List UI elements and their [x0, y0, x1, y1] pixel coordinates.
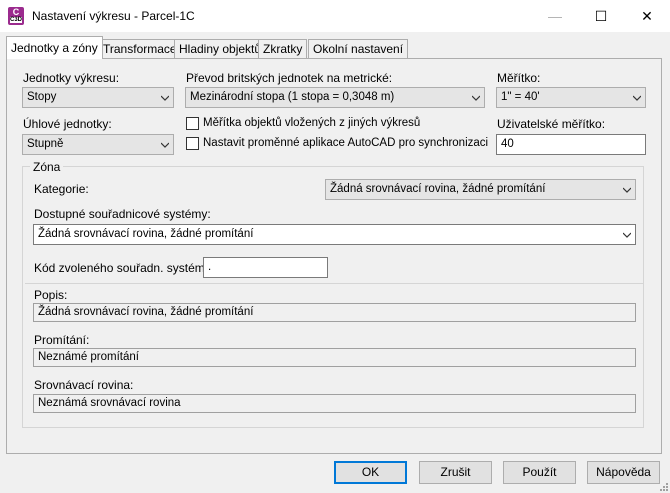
tab-ambient-settings[interactable]: Okolní nastavení — [308, 39, 409, 58]
angular-units-label: Úhlové jednotky: — [23, 117, 112, 131]
custom-scale-label: Uživatelské měřítko: — [497, 117, 606, 131]
available-systems-select[interactable]: Žádná srovnávací rovina, žádné promítání — [33, 224, 636, 245]
available-systems-label: Dostupné souřadnicové systémy: — [34, 207, 211, 221]
zone-group-label: Zóna — [30, 160, 64, 174]
drawing-units-label: Jednotky výkresu: — [23, 71, 120, 85]
chevron-down-icon — [161, 142, 169, 148]
icon-caption: C3D — [10, 17, 23, 23]
minimize-button[interactable]: — — [532, 0, 578, 32]
category-select[interactable]: Žádná srovnávací rovina, žádné promítání — [325, 179, 636, 200]
scale-select[interactable]: 1" = 40' — [496, 87, 646, 108]
maximize-icon: ☐ — [594, 8, 608, 24]
close-button[interactable]: ✕ — [624, 0, 670, 32]
tab-units-zones[interactable]: Jednotky a zóny — [6, 36, 103, 59]
imperial-conversion-value: Mezinárodní stopa (1 stopa = 0,3048 m) — [190, 91, 395, 103]
angular-units-select[interactable]: Stupně — [22, 134, 174, 155]
chevron-down-icon — [161, 95, 169, 101]
tab-abbreviations[interactable]: Zkratky — [258, 39, 308, 58]
scale-label: Měřítko: — [497, 71, 541, 85]
imperial-conversion-label: Převod britských jednotek na metrické: — [186, 71, 393, 85]
datum-label: Srovnávací rovina: — [34, 378, 134, 392]
minimize-icon: — — [548, 8, 562, 24]
projection-label: Promítání: — [34, 333, 90, 347]
icon-letter: C — [12, 7, 20, 17]
chevron-down-icon — [633, 95, 641, 101]
chevron-down-icon — [472, 95, 480, 101]
tab-transformation[interactable]: Transformace — [98, 39, 182, 58]
category-value: Žádná srovnávací rovina, žádné promítání — [330, 183, 546, 195]
window-title: Nastavení výkresu - Parcel-1C — [32, 9, 195, 23]
set-autocad-variables-checkbox[interactable] — [186, 137, 199, 150]
scale-value: 1" = 40' — [501, 91, 540, 103]
chevron-down-icon — [623, 232, 631, 238]
available-systems-value: Žádná srovnávací rovina, žádné promítání — [38, 228, 254, 240]
projection-field: Neznámé promítání — [33, 348, 636, 367]
drawing-units-select[interactable]: Stopy — [22, 87, 174, 108]
cancel-button[interactable]: Zrušit — [419, 461, 492, 484]
datum-field: Neznámá srovnávací rovina — [33, 394, 636, 413]
drawing-units-value: Stopy — [27, 91, 57, 103]
custom-scale-input[interactable]: 40 — [496, 134, 646, 155]
description-label: Popis: — [34, 288, 68, 302]
tab-object-layers[interactable]: Hladiny objektů — [174, 39, 267, 58]
close-icon: ✕ — [641, 8, 653, 24]
system-code-label: Kód zvoleného souřadn. systému: — [34, 261, 219, 275]
apply-button[interactable]: Použít — [503, 461, 576, 484]
set-autocad-variables-label: Nastavit proměnné aplikace AutoCAD pro s… — [203, 137, 489, 149]
scale-inserted-objects-label: Měřítka objektů vložených z jiných výkre… — [203, 117, 421, 129]
chevron-down-icon — [623, 187, 631, 193]
help-button[interactable]: Nápověda — [587, 461, 660, 484]
scale-inserted-objects-checkbox[interactable] — [186, 117, 199, 130]
system-code-input[interactable]: . — [203, 257, 328, 278]
category-label: Kategorie: — [34, 182, 89, 196]
description-field: Žádná srovnávací rovina, žádné promítání — [33, 303, 636, 322]
angular-units-value: Stupně — [27, 138, 64, 150]
resize-grip-icon[interactable] — [658, 481, 668, 491]
zone-separator — [25, 283, 643, 284]
civil3d-app-icon: C C3D — [8, 7, 24, 25]
imperial-conversion-select[interactable]: Mezinárodní stopa (1 stopa = 0,3048 m) — [185, 87, 485, 108]
maximize-button[interactable]: ☐ — [578, 0, 624, 32]
ok-button[interactable]: OK — [334, 461, 407, 484]
